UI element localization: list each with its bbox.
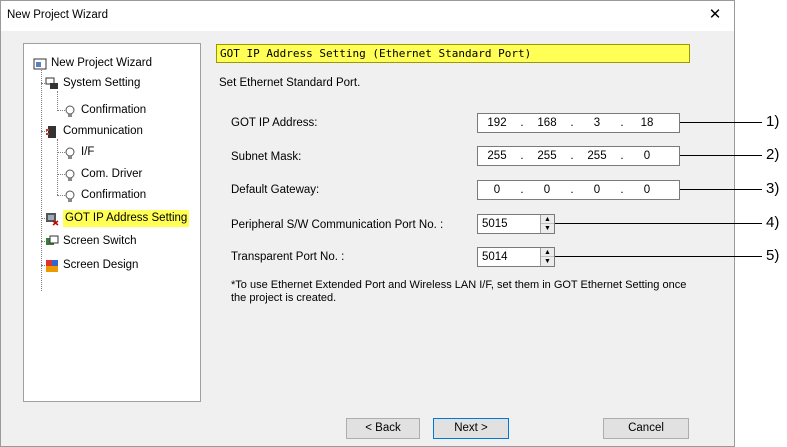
- tree-item-com-confirmation[interactable]: Confirmation: [63, 187, 146, 204]
- transparent-port-spinner[interactable]: 5014 ▲ ▼: [477, 247, 555, 267]
- callout-line-5: [555, 256, 762, 257]
- tree-item-communication[interactable]: Communication: [45, 123, 143, 140]
- spin-down-icon[interactable]: ▼: [541, 257, 554, 266]
- octet-4[interactable]: 18: [628, 117, 666, 129]
- octet-3[interactable]: 3: [578, 117, 616, 129]
- window-title: New Project Wizard: [7, 9, 108, 21]
- bulb-icon: [63, 104, 77, 118]
- tree-item-new-project-wizard[interactable]: New Project Wizard: [33, 55, 152, 72]
- callout-line-2: [680, 155, 762, 156]
- bulb-icon: [63, 168, 77, 182]
- callout-2: 2): [766, 146, 780, 163]
- back-button[interactable]: < Back: [346, 418, 420, 439]
- octet-4[interactable]: 0: [628, 184, 666, 196]
- tree-item-com-driver[interactable]: Com. Driver: [63, 166, 142, 183]
- tree-item-screen-switch[interactable]: Screen Switch: [45, 233, 137, 250]
- transparent-port-value[interactable]: 5014: [482, 251, 508, 263]
- got-ip-address-label: GOT IP Address:: [231, 117, 318, 129]
- tree-item-got-ip-address-setting[interactable]: GOT IP Address Setting: [45, 210, 190, 227]
- octet-1[interactable]: 192: [478, 117, 516, 129]
- bulb-icon: [63, 189, 77, 203]
- tree-item-system-setting[interactable]: System Setting: [45, 75, 140, 92]
- wizard-step-tree: New Project Wizard System Setting Confir…: [23, 43, 201, 402]
- subnet-mask-input[interactable]: 255. 255. 255. 0: [477, 146, 680, 166]
- tree-item-if[interactable]: I/F: [63, 144, 94, 161]
- communication-icon: [45, 125, 59, 139]
- callout-line-4: [555, 223, 762, 224]
- spin-down-icon[interactable]: ▼: [541, 224, 554, 233]
- title-bar: New Project Wizard ✕: [1, 1, 734, 31]
- callout-3: 3): [766, 180, 780, 197]
- octet-2[interactable]: 168: [528, 117, 566, 129]
- octet-3[interactable]: 0: [578, 184, 616, 196]
- octet-2[interactable]: 255: [528, 150, 566, 162]
- screen-switch-icon: [45, 235, 59, 249]
- peripheral-port-spinner[interactable]: 5015 ▲ ▼: [477, 214, 555, 234]
- system-icon: [45, 77, 59, 91]
- wizard-icon: [33, 57, 47, 71]
- close-icon[interactable]: ✕: [706, 6, 724, 24]
- section-heading: GOT IP Address Setting (Ethernet Standar…: [216, 44, 690, 63]
- spin-up-icon[interactable]: ▲: [541, 215, 554, 224]
- callout-1: 1): [766, 113, 780, 130]
- transparent-port-label: Transparent Port No. :: [231, 251, 345, 263]
- subnet-mask-label: Subnet Mask:: [231, 151, 302, 163]
- ethernet-note: *To use Ethernet Extended Port and Wirel…: [231, 279, 687, 304]
- screen-design-icon: [45, 259, 59, 273]
- peripheral-port-value[interactable]: 5015: [482, 218, 508, 230]
- default-gateway-input[interactable]: 0. 0. 0. 0: [477, 180, 680, 200]
- next-button[interactable]: Next >: [433, 418, 509, 439]
- got-ip-address-input[interactable]: 192. 168. 3. 18: [477, 113, 680, 133]
- ip-address-icon: [45, 212, 59, 226]
- peripheral-port-label: Peripheral S/W Communication Port No. :: [231, 219, 444, 231]
- callout-line-3: [680, 189, 762, 190]
- callout-line-1: [680, 122, 762, 123]
- section-description: Set Ethernet Standard Port.: [219, 77, 361, 89]
- cancel-button[interactable]: Cancel: [603, 418, 689, 439]
- spin-up-icon[interactable]: ▲: [541, 248, 554, 257]
- default-gateway-label: Default Gateway:: [231, 184, 320, 196]
- octet-3[interactable]: 255: [578, 150, 616, 162]
- tree-item-screen-design[interactable]: Screen Design: [45, 257, 138, 274]
- octet-4[interactable]: 0: [628, 150, 666, 162]
- octet-2[interactable]: 0: [528, 184, 566, 196]
- callout-4: 4): [766, 214, 780, 231]
- octet-1[interactable]: 0: [478, 184, 516, 196]
- bulb-icon: [63, 146, 77, 160]
- callout-5: 5): [766, 247, 780, 264]
- tree-item-system-confirmation[interactable]: Confirmation: [63, 102, 146, 119]
- octet-1[interactable]: 255: [478, 150, 516, 162]
